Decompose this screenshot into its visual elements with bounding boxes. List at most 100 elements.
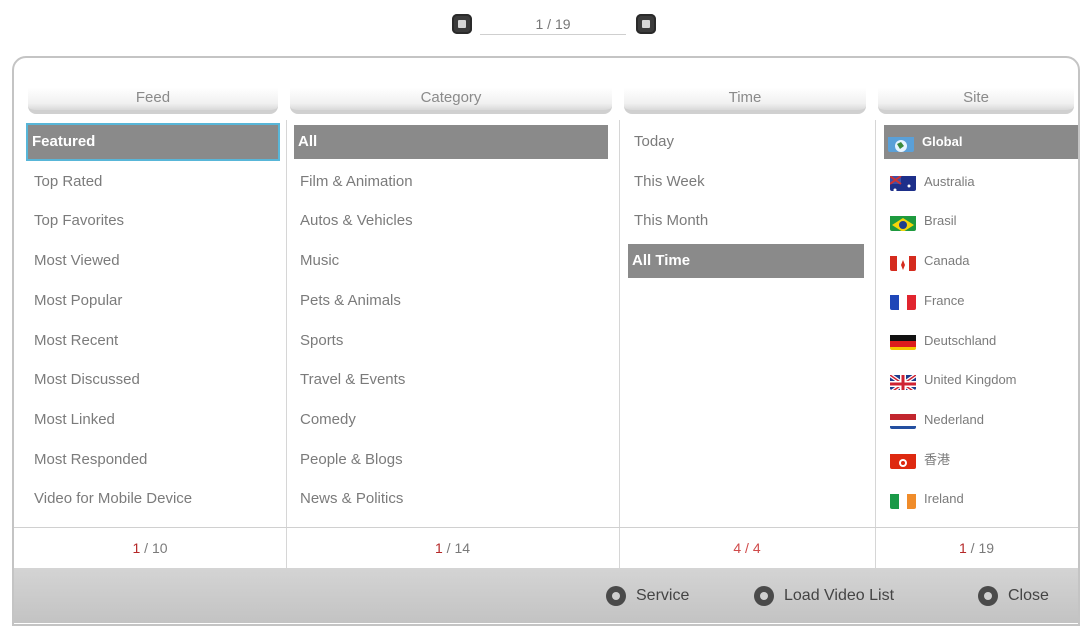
- category-list: All Film & Animation Autos & Vehicles Music…: [294, 125, 610, 527]
- category-item-label: Autos & Vehicles: [300, 212, 413, 230]
- previous-page-button[interactable]: [452, 14, 472, 34]
- page-indicator: 1 / 19: [480, 12, 626, 35]
- close-button[interactable]: Close: [978, 582, 1049, 610]
- load-video-list-button[interactable]: Load Video List: [754, 582, 894, 610]
- feed-item-label: Featured: [32, 133, 96, 150]
- category-item[interactable]: Travel & Events: [294, 363, 610, 397]
- site-item[interactable]: Australia: [884, 165, 1080, 199]
- feed-item-label: Top Favorites: [34, 212, 125, 230]
- feed-item-label: Most Viewed: [34, 252, 120, 270]
- feed-item[interactable]: Most Popular: [28, 284, 280, 318]
- counter-separator: /: [966, 540, 979, 556]
- category-item[interactable]: All: [294, 125, 608, 159]
- category-item-label: Travel & Events: [300, 371, 406, 389]
- feed-counter: 1 / 10: [14, 528, 286, 568]
- time-item-label: This Week: [634, 172, 705, 190]
- site-item[interactable]: United Kingdom: [884, 363, 1080, 397]
- site-item[interactable]: 香港: [884, 443, 1080, 477]
- page-counters: 1 / 10 1 / 14 4 / 4 1 / 19: [14, 527, 1078, 568]
- site-counter-current: 1: [958, 540, 967, 556]
- site-item[interactable]: Deutschland: [884, 324, 1080, 358]
- category-counter-current: 1: [434, 540, 443, 556]
- site-item[interactable]: Global: [884, 125, 1078, 159]
- site-item-label: Ireland: [924, 491, 964, 507]
- australia-flag-icon: [890, 173, 916, 192]
- feed-item[interactable]: Most Discussed: [28, 363, 280, 397]
- square-icon: [458, 20, 466, 28]
- top-pager: 1 / 19: [0, 12, 1087, 38]
- load-video-list-label: Load Video List: [784, 587, 895, 604]
- site-counter-total: 19: [978, 540, 995, 556]
- time-item[interactable]: This Week: [628, 165, 866, 199]
- minus-button-icon: [606, 585, 626, 606]
- site-item[interactable]: Nederland: [884, 403, 1080, 437]
- hongkong-flag-icon: [890, 451, 916, 470]
- feed-item[interactable]: Most Responded: [28, 443, 280, 477]
- square-icon: [642, 20, 650, 28]
- b-button-icon: [754, 585, 774, 606]
- site-item[interactable]: Brasil: [884, 204, 1080, 238]
- category-counter: 1 / 14: [286, 528, 619, 568]
- site-item[interactable]: Canada: [884, 244, 1080, 278]
- category-item[interactable]: Music: [294, 244, 610, 278]
- time-counter: 4 / 4: [619, 528, 875, 568]
- site-item-label: Canada: [924, 253, 970, 269]
- france-flag-icon: [890, 292, 916, 311]
- time-column-header: Time: [624, 88, 866, 114]
- feed-item[interactable]: Most Recent: [28, 324, 280, 358]
- feed-item[interactable]: Top Rated: [28, 165, 280, 199]
- service-button-label: Service: [636, 587, 690, 604]
- category-item[interactable]: Sports: [294, 324, 610, 358]
- time-item[interactable]: All Time: [628, 244, 864, 279]
- time-counter-total: 4: [752, 540, 761, 556]
- site-list: Global Australia Brasil Canada France Deutsch…: [884, 125, 1078, 527]
- site-item[interactable]: Ireland: [884, 482, 1080, 516]
- category-item-label: All: [298, 133, 318, 150]
- brazil-flag-icon: [890, 213, 916, 231]
- category-counter-total: 14: [454, 540, 471, 556]
- site-counter: 1 / 19: [875, 528, 1078, 568]
- site-item[interactable]: France: [884, 284, 1080, 318]
- close-button-label: Close: [1008, 587, 1049, 604]
- counter-separator: /: [140, 540, 152, 556]
- category-item[interactable]: Film & Animation: [294, 165, 610, 199]
- site-column-header: Site: [878, 88, 1074, 114]
- feed-item[interactable]: Top Favorites: [28, 204, 280, 238]
- ireland-flag-icon: [890, 491, 916, 509]
- feed-item[interactable]: Featured: [28, 125, 278, 159]
- category-item-label: Film & Animation: [300, 172, 413, 190]
- category-item[interactable]: News & Politics: [294, 482, 610, 516]
- category-item[interactable]: Pets & Animals: [294, 284, 610, 318]
- time-list: Today This Week This Month All Time: [628, 125, 866, 527]
- column-divider: [286, 120, 287, 572]
- site-item-label: United Kingdom: [924, 372, 1017, 388]
- category-item[interactable]: Comedy: [294, 403, 610, 437]
- category-column-header: Category: [290, 88, 612, 114]
- next-page-button[interactable]: [636, 14, 656, 34]
- category-item[interactable]: People & Blogs: [294, 443, 610, 477]
- category-item-label: News & Politics: [300, 490, 404, 508]
- site-item-label: Nederland: [924, 411, 984, 427]
- service-button[interactable]: Service: [606, 582, 689, 610]
- feed-column-header: Feed: [28, 88, 278, 114]
- germany-flag-icon: [890, 332, 916, 351]
- feed-item[interactable]: Most Linked: [28, 403, 280, 437]
- site-item-label: 香港: [924, 451, 951, 467]
- site-item-label: Australia: [924, 173, 975, 189]
- feed-item[interactable]: Video for Mobile Device: [28, 482, 280, 516]
- category-item-label: Music: [300, 252, 340, 270]
- category-item[interactable]: Autos & Vehicles: [294, 204, 610, 238]
- feed-item-label: Most Recent: [34, 331, 119, 349]
- time-item[interactable]: This Month: [628, 204, 866, 238]
- uk-flag-icon: [890, 372, 916, 390]
- category-item-label: Pets & Animals: [300, 291, 401, 309]
- feed-item[interactable]: Most Viewed: [28, 244, 280, 278]
- feed-item-label: Most Responded: [34, 450, 148, 468]
- time-item[interactable]: Today: [628, 125, 866, 159]
- site-item-label: Global: [922, 134, 963, 149]
- feed-counter-total: 10: [151, 540, 168, 556]
- column-divider: [619, 120, 620, 572]
- site-item-label: Deutschland: [924, 332, 997, 348]
- home-button-icon: [978, 585, 998, 606]
- category-item-label: People & Blogs: [300, 450, 403, 468]
